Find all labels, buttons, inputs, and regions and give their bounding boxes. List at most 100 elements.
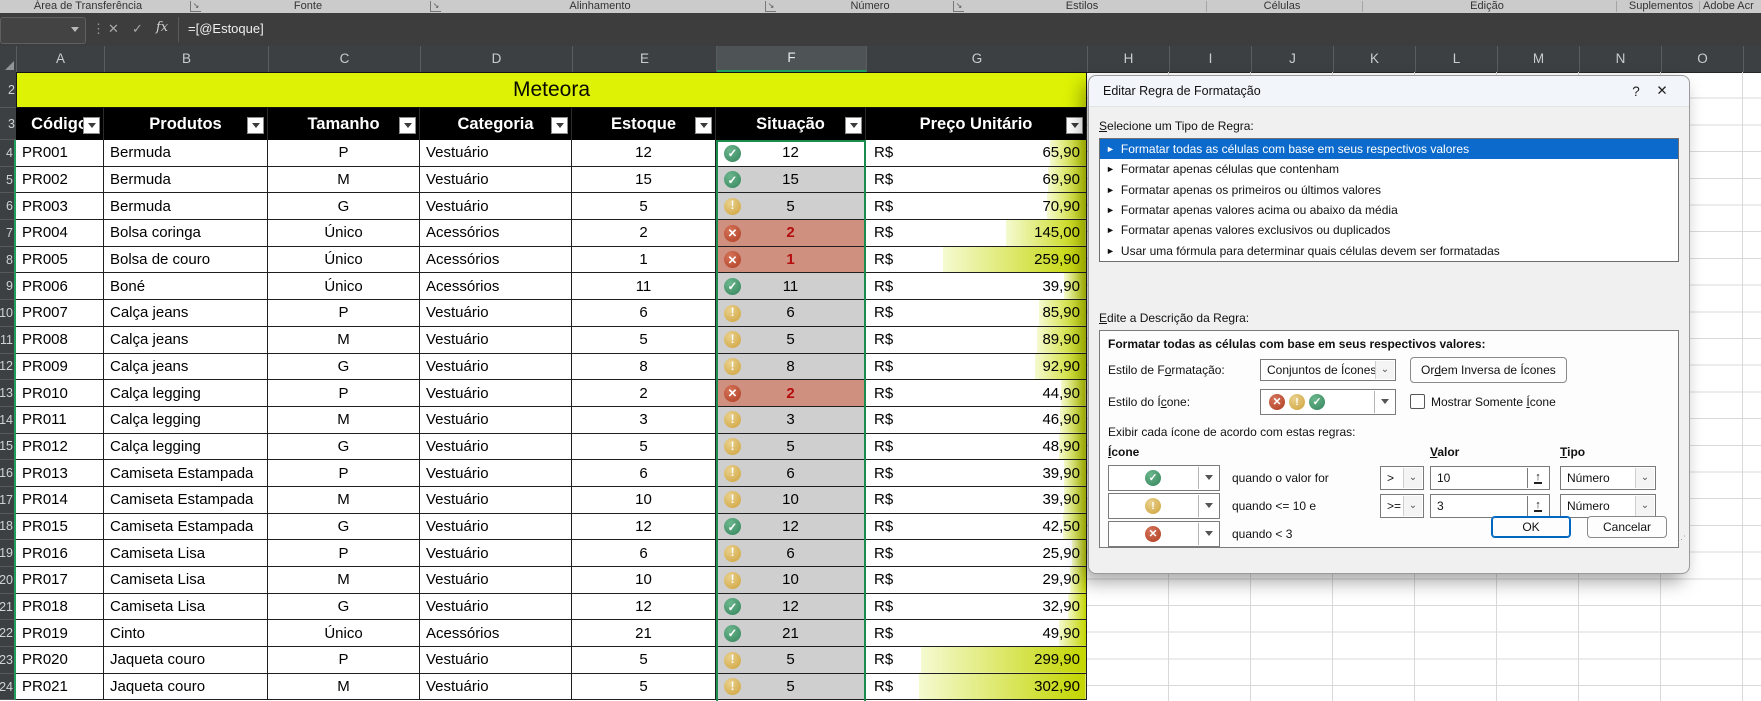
filter-button[interactable] bbox=[551, 117, 568, 134]
cell-product[interactable]: Bolsa coringa bbox=[104, 220, 268, 247]
cell-category[interactable]: Vestuário bbox=[420, 433, 572, 461]
cell-status[interactable]: ! 10 bbox=[716, 486, 866, 514]
column-header-H[interactable]: H bbox=[1088, 46, 1170, 72]
cell-size[interactable]: M bbox=[268, 486, 420, 514]
cell-code[interactable]: PR003 bbox=[16, 193, 104, 221]
cell-status[interactable]: ! 5 bbox=[716, 433, 866, 461]
cell-size[interactable]: G bbox=[268, 513, 420, 541]
cell-size[interactable]: M bbox=[268, 406, 420, 434]
column-header-F[interactable]: F bbox=[717, 46, 867, 72]
cell-product[interactable]: Camiseta Lisa bbox=[104, 593, 268, 621]
column-header-D[interactable]: D bbox=[421, 46, 573, 72]
dialog-launcher-icon[interactable]: ↘ bbox=[190, 1, 201, 12]
dialog-title-bar[interactable]: Editar Regra de Formatação ? ✕ bbox=[1089, 76, 1689, 107]
column-header-N[interactable]: N bbox=[1580, 46, 1662, 72]
row-header-3[interactable]: 3 bbox=[0, 108, 16, 140]
row-header-20[interactable]: 20 bbox=[0, 567, 16, 594]
cell-category[interactable]: Vestuário bbox=[420, 406, 572, 434]
cell-category[interactable]: Vestuário bbox=[420, 166, 572, 194]
cell-size[interactable]: P bbox=[268, 300, 420, 327]
cell-status[interactable]: ! 6 bbox=[716, 540, 866, 567]
cell-code[interactable]: PR014 bbox=[16, 486, 104, 514]
filter-button[interactable] bbox=[845, 117, 862, 134]
cell-size[interactable]: P bbox=[268, 647, 420, 674]
cell-size[interactable]: P bbox=[268, 540, 420, 567]
cell-stock[interactable]: 15 bbox=[572, 166, 716, 194]
dialog-launcher-icon[interactable]: ↘ bbox=[953, 1, 964, 12]
show-icon-only-checkbox[interactable] bbox=[1410, 394, 1425, 410]
row-header-19[interactable]: 19 bbox=[0, 540, 16, 567]
cell-code[interactable]: PR012 bbox=[16, 433, 104, 461]
ribbon-group-label[interactable]: Área de Transferência bbox=[34, 0, 142, 12]
cell-code[interactable]: PR016 bbox=[16, 540, 104, 567]
cell-status[interactable]: ! 5 bbox=[716, 647, 866, 674]
value-input[interactable]: 3 ↑ bbox=[1430, 493, 1550, 518]
row-header-17[interactable]: 17 bbox=[0, 486, 16, 514]
row-header-14[interactable]: 14 bbox=[0, 406, 16, 434]
filter-button[interactable] bbox=[83, 117, 100, 134]
column-header-K[interactable]: K bbox=[1334, 46, 1416, 72]
cell-stock[interactable]: 12 bbox=[572, 513, 716, 541]
cell-status[interactable]: ! 5 bbox=[716, 326, 866, 354]
ribbon-group-label[interactable]: Células bbox=[1264, 0, 1301, 12]
cell-size[interactable]: P bbox=[268, 140, 420, 167]
cell-product[interactable]: Camiseta Estampada bbox=[104, 513, 268, 541]
cell-stock[interactable]: 12 bbox=[572, 140, 716, 167]
cell-code[interactable]: PR006 bbox=[16, 273, 104, 301]
cell-price[interactable]: R$ 85,90 bbox=[866, 300, 1087, 327]
cell-price[interactable]: R$ 44,90 bbox=[866, 380, 1087, 407]
cell-size[interactable]: Único bbox=[268, 620, 420, 648]
row-header-11[interactable]: 11 bbox=[0, 326, 16, 354]
row-header-9[interactable]: 9 bbox=[0, 273, 16, 301]
row-header-24[interactable]: 24 bbox=[0, 673, 16, 701]
cell-category[interactable]: Vestuário bbox=[420, 193, 572, 221]
cell-product[interactable]: Camiseta Lisa bbox=[104, 567, 268, 594]
cell-stock[interactable]: 12 bbox=[572, 593, 716, 621]
dialog-launcher-icon[interactable]: ↘ bbox=[765, 1, 776, 12]
cell-stock[interactable]: 1 bbox=[572, 246, 716, 274]
icon-style-select[interactable]: ✕ ! ✓ bbox=[1260, 388, 1396, 415]
cell-product[interactable]: Camiseta Estampada bbox=[104, 486, 268, 514]
cell-status[interactable]: ✕ 1 bbox=[716, 246, 866, 274]
cell-price[interactable]: R$ 70,90 bbox=[866, 193, 1087, 221]
cell-product[interactable]: Camiseta Estampada bbox=[104, 460, 268, 487]
enter-formula-icon[interactable]: ✓ bbox=[132, 21, 143, 37]
rule-icon-select[interactable]: ✓ bbox=[1108, 464, 1220, 491]
cell-price[interactable]: R$ 48,90 bbox=[866, 433, 1087, 461]
cell-product[interactable]: Bermuda bbox=[104, 140, 268, 167]
type-select[interactable]: Número ⌄ bbox=[1560, 493, 1656, 518]
cell-status[interactable]: ✓ 11 bbox=[716, 273, 866, 301]
cell-category[interactable]: Acessórios bbox=[420, 246, 572, 274]
row-header-18[interactable]: 18 bbox=[0, 513, 16, 541]
cell-category[interactable]: Vestuário bbox=[420, 326, 572, 354]
cell-price[interactable]: R$ 302,90 bbox=[866, 673, 1087, 701]
column-header-E[interactable]: E bbox=[573, 46, 717, 72]
cell-product[interactable]: Calça jeans bbox=[104, 326, 268, 354]
cell-code[interactable]: PR009 bbox=[16, 353, 104, 381]
cell-stock[interactable]: 6 bbox=[572, 460, 716, 487]
cell-stock[interactable]: 3 bbox=[572, 406, 716, 434]
reverse-icon-order-button[interactable]: Or d em Inversa de Ícones bbox=[1410, 356, 1567, 383]
cell-price[interactable]: R$ 46,90 bbox=[866, 406, 1087, 434]
cell-category[interactable]: Vestuário bbox=[420, 567, 572, 594]
cell-product[interactable]: Calça legging bbox=[104, 433, 268, 461]
cell-status[interactable]: ✕ 2 bbox=[716, 380, 866, 407]
row-header-21[interactable]: 21 bbox=[0, 593, 16, 621]
cell-category[interactable]: Vestuário bbox=[420, 593, 572, 621]
cell-price[interactable]: R$ 259,90 bbox=[866, 246, 1087, 274]
cell-size[interactable]: Único bbox=[268, 246, 420, 274]
column-header-B[interactable]: B bbox=[105, 46, 269, 72]
ribbon-group-label[interactable]: Adobe Acr bbox=[1703, 0, 1754, 12]
cell-stock[interactable]: 5 bbox=[572, 647, 716, 674]
rule-type-item[interactable]: ► Usar uma fórmula para determinar quais … bbox=[1100, 240, 1678, 260]
range-picker-icon[interactable]: ↑ bbox=[1527, 495, 1548, 516]
cell-status[interactable]: ✓ 15 bbox=[716, 166, 866, 194]
cell-stock[interactable]: 10 bbox=[572, 567, 716, 594]
cell-product[interactable]: Bermuda bbox=[104, 193, 268, 221]
cell-product[interactable]: Calça jeans bbox=[104, 300, 268, 327]
cell-category[interactable]: Vestuário bbox=[420, 140, 572, 167]
cell-price[interactable]: R$ 145,00 bbox=[866, 220, 1087, 247]
cell-product[interactable]: Calça jeans bbox=[104, 353, 268, 381]
cell-size[interactable]: M bbox=[268, 326, 420, 354]
cell-status[interactable]: ! 3 bbox=[716, 406, 866, 434]
